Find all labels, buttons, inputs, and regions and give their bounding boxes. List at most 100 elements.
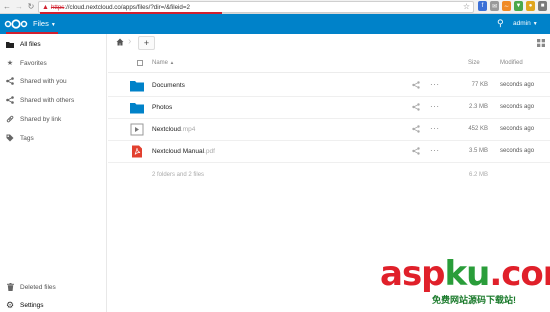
sidebar-item-shared-with-others[interactable]: Shared with others [0, 91, 106, 109]
file-modified: seconds ago [500, 126, 535, 132]
file-size: 77 KB [471, 82, 488, 88]
share-icon[interactable] [412, 81, 420, 89]
share-icon[interactable] [412, 125, 420, 133]
watermark-tagline: 免费网站源码下载站! [432, 295, 516, 305]
watermark-text: asp [380, 254, 446, 294]
file-name-text: Nextcloud Manual [152, 148, 205, 155]
table-row[interactable]: Nextcloud.mp4 ··· 452 KB seconds ago [108, 119, 550, 141]
insecure-lock-icon: ▲ [42, 3, 49, 11]
watermark: aspku.com 免费网站源码下载站! [380, 254, 550, 312]
sidebar-item-shared-by-link[interactable]: Shared by link [0, 110, 106, 128]
forward-icon[interactable]: → [14, 1, 24, 13]
select-all-checkbox[interactable] [137, 60, 143, 66]
file-extension: .pdf [204, 148, 215, 155]
grid-view-icon[interactable] [537, 39, 545, 47]
url-scheme: https [50, 3, 65, 11]
more-actions-icon[interactable]: ··· [430, 80, 440, 89]
table-summary: 2 folders and 2 files 6.2 MB [108, 168, 550, 184]
video-file-icon [130, 123, 144, 136]
extension-icon[interactable]: ■ [538, 1, 547, 11]
sidebar-item-label: All files [20, 40, 41, 48]
file-size: 452 KB [468, 126, 488, 132]
caret-down-icon: ▼ [532, 21, 538, 27]
sidebar-item-label: Favorites [20, 59, 47, 67]
file-name-text: Nextcloud [152, 126, 181, 133]
sidebar-item-favorites[interactable]: ★ Favorites [0, 54, 106, 72]
file-extension: .mp4 [180, 126, 196, 133]
search-icon[interactable]: ⚲ [497, 18, 504, 29]
pdf-file-icon [132, 145, 142, 158]
sidebar-item-label: Settings [20, 301, 44, 309]
sidebar-item-label: Shared with you [20, 77, 67, 85]
app-menu-button[interactable]: Files ▼ [33, 19, 56, 28]
sidebar-item-settings[interactable]: ⚙ Settings [0, 296, 106, 312]
file-size: 2.3 MB [468, 104, 488, 110]
link-icon [6, 115, 14, 123]
folder-icon [130, 81, 144, 92]
column-header-name[interactable]: Name ▲ [152, 60, 174, 66]
rss-icon[interactable]: ∼ [502, 1, 511, 11]
summary-total-size: 6.2 MB [468, 172, 488, 178]
share-icon [6, 96, 14, 104]
column-header-modified[interactable]: Modified [500, 60, 523, 66]
more-actions-icon[interactable]: ··· [430, 124, 440, 133]
summary-count: 2 folders and 2 files [152, 172, 205, 178]
tag-icon [6, 134, 14, 142]
sidebar-item-deleted-files[interactable]: Deleted files [0, 278, 106, 296]
file-name-text: Photos [152, 104, 173, 111]
new-file-button[interactable]: + [138, 36, 155, 50]
extension-icon[interactable]: ● [526, 1, 535, 11]
sidebar: All files ★ Favorites Shared with you Sh… [0, 34, 107, 312]
sidebar-item-label: Shared by link [20, 115, 62, 123]
mail-icon[interactable]: ✉ [490, 1, 499, 11]
sidebar-item-shared-with-you[interactable]: Shared with you [0, 72, 106, 90]
sidebar-item-label: Tags [20, 134, 34, 142]
file-size: 3.5 MB [468, 148, 488, 154]
extension-icons: f ✉ ∼ ▼ ● ■ ≡ [478, 1, 550, 11]
sidebar-item-label: Shared with others [20, 96, 75, 104]
file-name[interactable]: Photos [152, 104, 172, 111]
more-actions-icon[interactable]: ··· [430, 102, 440, 111]
extension-icon[interactable]: ▼ [514, 1, 523, 11]
share-icon[interactable] [412, 103, 420, 111]
watermark-text: .com [489, 254, 550, 294]
folder-icon [6, 40, 14, 48]
back-icon[interactable]: ← [2, 1, 12, 13]
file-name[interactable]: Nextcloud Manual.pdf [152, 148, 215, 155]
table-row[interactable]: Nextcloud Manual.pdf ··· 3.5 MB seconds … [108, 141, 550, 163]
caret-down-icon: ▼ [50, 22, 56, 28]
share-icon [6, 77, 14, 85]
file-name-text: Documents [152, 82, 185, 89]
table-row[interactable]: Documents ··· 77 KB seconds ago [108, 75, 550, 97]
breadcrumb-separator-icon: › [128, 36, 132, 47]
file-modified: seconds ago [500, 104, 535, 110]
reload-icon[interactable]: ↻ [26, 1, 36, 13]
extension-icon[interactable]: f [478, 1, 487, 11]
watermark-logo: aspku.com [380, 254, 550, 294]
trash-icon [6, 283, 14, 291]
more-actions-icon[interactable]: ··· [430, 146, 440, 155]
gear-icon: ⚙ [5, 299, 15, 310]
bookmark-star-icon[interactable]: ☆ [463, 2, 470, 11]
file-name[interactable]: Nextcloud.mp4 [152, 126, 195, 133]
table-header: Name ▲ Size Modified [108, 55, 550, 73]
url-path: ://cloud.nextcloud.co/apps/files/?dir=/&… [64, 3, 190, 11]
home-icon[interactable] [116, 38, 124, 46]
folder-icon [130, 103, 144, 114]
sidebar-item-label: Deleted files [20, 283, 56, 291]
file-name[interactable]: Documents [152, 82, 185, 89]
column-header-size[interactable]: Size [468, 60, 480, 66]
nextcloud-logo-icon[interactable] [4, 18, 28, 30]
file-modified: seconds ago [500, 82, 535, 88]
user-menu-button[interactable]: admin ▼ [513, 20, 538, 27]
app-header: Files ▼ ⚲ admin ▼ [0, 14, 550, 34]
file-modified: seconds ago [500, 148, 535, 154]
watermark-text: ku [444, 254, 491, 294]
table-row[interactable]: Photos ··· 2.3 MB seconds ago [108, 97, 550, 119]
share-icon[interactable] [412, 147, 420, 155]
sort-ascending-icon: ▲ [169, 60, 175, 65]
sidebar-item-all-files[interactable]: All files [0, 35, 106, 53]
app-name-label: Files [33, 19, 49, 28]
sidebar-item-tags[interactable]: Tags [0, 129, 106, 147]
user-name: admin [513, 20, 531, 27]
